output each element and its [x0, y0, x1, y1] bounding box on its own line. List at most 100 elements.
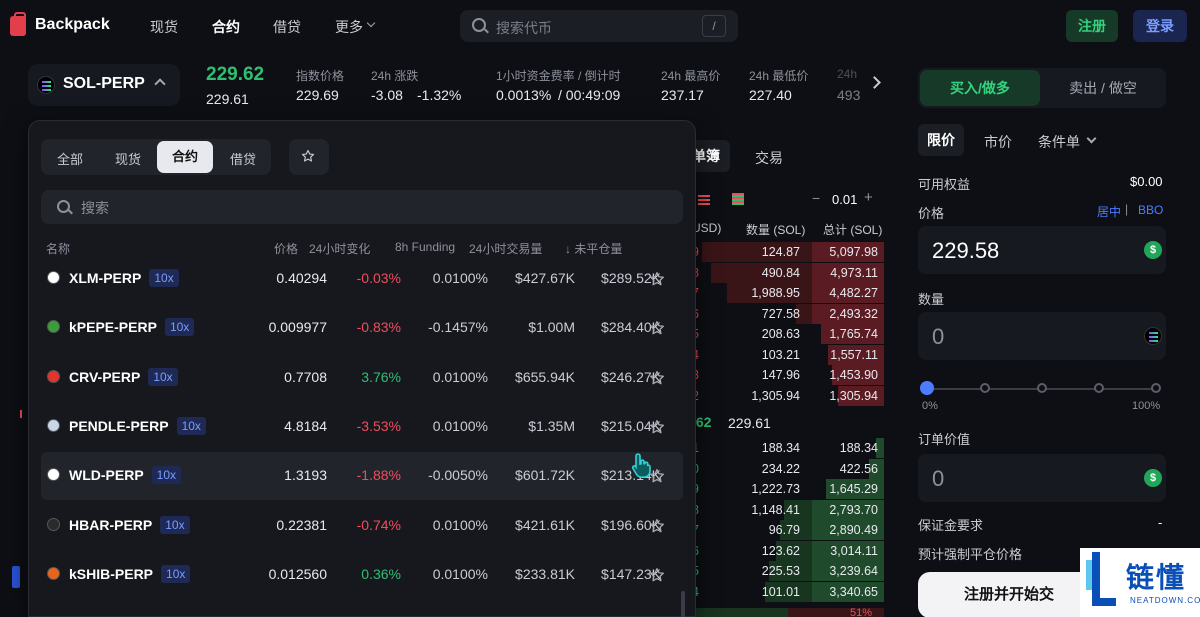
bid-row[interactable]: 1188.34188.34 [692, 438, 884, 458]
total-cell: 2,890.49 [829, 523, 878, 537]
chevron-up-icon [154, 78, 166, 90]
size-cell: 490.84 [761, 265, 800, 280]
market-name: HBAR-PERP [69, 516, 153, 533]
ask-row[interactable]: 21,305.941,305.94 [692, 385, 884, 406]
chart-area[interactable] [0, 120, 30, 617]
star-icon[interactable] [649, 419, 665, 435]
tab-orderbook[interactable]: 单簿 [692, 140, 730, 172]
tab-all[interactable]: 全部 [57, 149, 83, 168]
star-icon[interactable] [649, 567, 665, 583]
ask-row[interactable]: 6727.582,493.32 [692, 303, 884, 324]
col-header-funding[interactable]: 8h Funding [395, 240, 455, 254]
ask-row[interactable]: 71,988.954,482.27 [692, 283, 884, 303]
change-cell: -1.88% [356, 467, 401, 484]
nav-item-futures[interactable]: 合约 [212, 17, 240, 37]
ask-row[interactable]: 9124.875,097.98 [692, 242, 884, 262]
price-cell: 0.7708 [284, 368, 327, 385]
mid-mark-price: 229.61 [728, 415, 771, 431]
size-cell: 234.22 [761, 461, 800, 476]
price-input[interactable]: 229.58 $ [918, 226, 1166, 274]
register-button[interactable]: 注册 [1066, 10, 1118, 42]
ask-row[interactable]: 4103.211,557.11 [692, 344, 884, 365]
brand-name[interactable]: Backpack [35, 16, 110, 34]
bid-row[interactable]: 6123.623,014.11 [692, 540, 884, 561]
global-search-input[interactable]: 搜索代币 / [460, 10, 738, 42]
size-cell: 147.96 [761, 368, 800, 382]
backpack-logo-icon[interactable] [10, 12, 26, 36]
slider-step-50[interactable] [1037, 383, 1047, 393]
tab-lending[interactable]: 借贷 [230, 149, 256, 168]
chart-candle [20, 410, 22, 418]
total-cell: 422.56 [839, 461, 878, 476]
leverage-badge: 10x [160, 515, 190, 534]
total-cell: 1,453.90 [829, 368, 878, 382]
bid-row[interactable]: 5225.533,239.64 [692, 561, 884, 581]
bid-row[interactable]: 91,222.731,645.29 [692, 479, 884, 499]
trade-panel: 买入/做多 卖出 / 做空 限价 市价 条件单 可用权益 $0.00 价格 居中… [906, 56, 1200, 617]
slider-step-25[interactable] [980, 383, 990, 393]
scrollbar[interactable] [681, 591, 685, 617]
star-icon[interactable] [649, 271, 665, 287]
volume-cell: $421.61K [515, 516, 575, 533]
size-cell: 1,148.41 [751, 502, 800, 517]
market-row[interactable]: HBAR-PERP 10x 0.22381 -0.74% 0.0100% $421.61K… [41, 502, 683, 550]
total-cell: 188.34 [839, 441, 878, 455]
order-type-conditional[interactable]: 条件单 [1038, 132, 1080, 152]
market-selector[interactable]: SOL-PERP [28, 64, 180, 106]
step-minus-button[interactable]: − [812, 190, 820, 206]
register-and-trade-button[interactable]: 注册并开始交 [918, 572, 1100, 617]
bid-row[interactable]: 81,148.412,793.70 [692, 499, 884, 520]
search-icon [57, 200, 70, 213]
tab-spot[interactable]: 现货 [115, 149, 141, 168]
market-row[interactable]: XLM-PERP 10x 0.40294 -0.03% 0.0100% $427.67K $… [41, 255, 683, 303]
market-search-input[interactable]: 搜索 [41, 190, 683, 224]
chevron-down-icon [366, 18, 376, 28]
favorites-filter-button[interactable] [289, 139, 329, 175]
size-cell: 124.87 [761, 245, 800, 259]
size-cell: 101.01 [761, 584, 800, 599]
order-type-limit[interactable]: 限价 [918, 124, 964, 156]
login-button[interactable]: 登录 [1133, 10, 1187, 42]
order-value-input[interactable]: 0 $ [918, 454, 1166, 502]
nav-item-spot[interactable]: 现货 [150, 17, 178, 37]
market-row[interactable]: PENDLE-PERP 10x 4.8184 -3.53% 0.0100% $1.35M $… [41, 403, 683, 451]
margin-label: 保证金要求 [918, 518, 984, 533]
volume-cell: $1.00M [528, 319, 575, 336]
quantity-input[interactable]: 0 [918, 312, 1166, 360]
total-cell: 5,097.98 [829, 245, 878, 259]
ask-row[interactable]: 8490.844,973.11 [692, 262, 884, 283]
bid-row[interactable]: 0234.22422.56 [692, 458, 884, 479]
slider-step-75[interactable] [1094, 383, 1104, 393]
ask-row[interactable]: 5208.631,765.74 [692, 324, 884, 344]
both-view-icon[interactable] [732, 193, 744, 205]
funding-cell: 0.0100% [432, 368, 488, 385]
slider-step-100[interactable] [1151, 383, 1161, 393]
chevron-right-icon[interactable] [868, 76, 881, 89]
bbo-link[interactable]: BBO [1138, 203, 1163, 217]
tab-trades[interactable]: 交易 [755, 148, 783, 168]
star-icon[interactable] [649, 320, 665, 336]
market-row[interactable]: WLD-PERP 10x 1.3193 -1.88% -0.0050% $601.72K $… [41, 452, 683, 501]
chart-tool-handle[interactable] [12, 566, 20, 588]
market-row[interactable]: CRV-PERP 10x 0.7708 3.76% 0.0100% $655.94K $24… [41, 354, 683, 402]
asks-view-icon[interactable] [698, 193, 710, 205]
tab-futures[interactable]: 合约 [157, 141, 213, 173]
order-type-market[interactable]: 市价 [984, 132, 1012, 152]
stat-value-change: -3.08 [371, 87, 403, 103]
nav-item-more[interactable]: 更多 [335, 17, 363, 37]
star-icon[interactable] [649, 518, 665, 534]
nav-item-lending[interactable]: 借贷 [273, 17, 301, 37]
ask-row[interactable]: 3147.961,453.90 [692, 365, 884, 385]
step-plus-button[interactable]: + [864, 189, 873, 206]
size-slider-handle[interactable] [920, 381, 934, 395]
star-icon[interactable] [649, 370, 665, 386]
market-row[interactable]: kSHIB-PERP 10x 0.012560 0.36% 0.0100% $233.81… [41, 551, 683, 599]
solana-icon [1144, 327, 1162, 345]
mid-price-link[interactable]: 居中 [1097, 203, 1121, 220]
sell-short-tab[interactable]: 卖出 / 做空 [1042, 70, 1164, 106]
volume-cell: $233.81K [515, 565, 575, 582]
market-row[interactable]: kPEPE-PERP 10x 0.009977 -0.83% -0.1457% $1.00… [41, 304, 683, 352]
buy-long-tab[interactable]: 买入/做多 [920, 70, 1040, 106]
bid-row[interactable]: 796.792,890.49 [692, 520, 884, 540]
bid-row[interactable]: 4101.013,340.65 [692, 581, 884, 602]
